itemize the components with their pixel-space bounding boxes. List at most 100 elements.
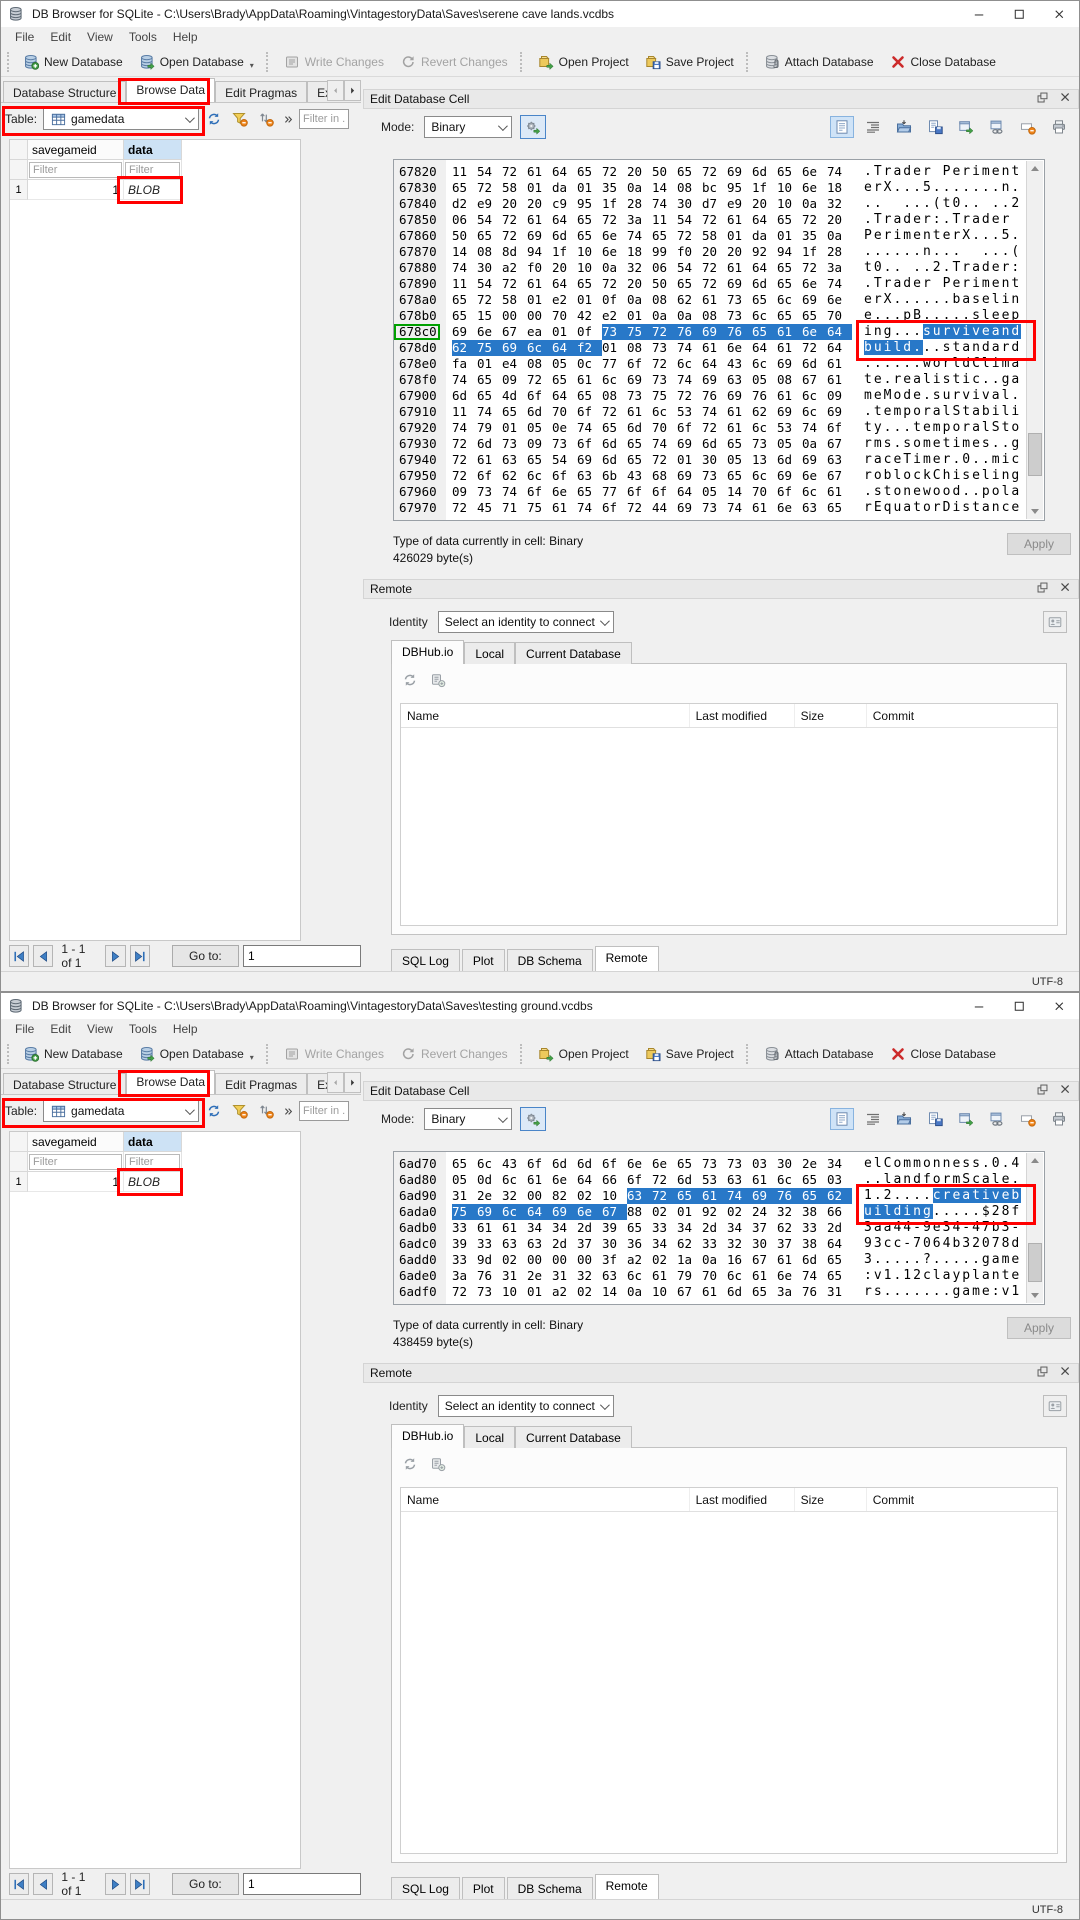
import-data-icon[interactable] xyxy=(892,1108,916,1130)
attach-database-button[interactable]: Attach Database xyxy=(756,1043,882,1065)
word-wrap-icon[interactable] xyxy=(861,1108,885,1130)
tab-browse-data[interactable]: Browse Data xyxy=(126,1070,215,1094)
close-button[interactable] xyxy=(1039,1,1079,27)
filter-data-input[interactable] xyxy=(125,1154,180,1170)
close-panel-icon[interactable] xyxy=(1059,1083,1072,1099)
revert-changes-button[interactable]: Revert Changes xyxy=(392,1043,516,1065)
open-database-button[interactable]: Open Database▾ xyxy=(131,1043,262,1065)
remote-tab-local[interactable]: Local xyxy=(464,642,515,664)
menu-tools[interactable]: Tools xyxy=(121,28,165,46)
menu-view[interactable]: View xyxy=(79,28,121,46)
hex-scrollbar[interactable] xyxy=(1026,1153,1043,1303)
last-record-button[interactable] xyxy=(130,1873,150,1895)
menu-tools[interactable]: Tools xyxy=(121,1020,165,1038)
identity-settings-button[interactable] xyxy=(1043,1395,1067,1417)
toolbar-overflow-icon[interactable] xyxy=(281,1100,295,1122)
scroll-up-icon[interactable] xyxy=(1027,1153,1043,1168)
remote-tab-local[interactable]: Local xyxy=(464,1426,515,1448)
copy-link-icon[interactable] xyxy=(985,1108,1009,1130)
import-data-icon[interactable] xyxy=(892,116,916,138)
filter-any-column-input[interactable] xyxy=(299,1101,349,1121)
hex-view[interactable]: 6ad70656c436f6d6d6f6e6e65737303302e34elC… xyxy=(393,1151,1045,1305)
row-number[interactable]: 1 xyxy=(10,1172,28,1192)
remote-tab-dbhub-io[interactable]: DBHub.io xyxy=(391,640,464,664)
auto-switch-mode-button[interactable] xyxy=(520,1107,546,1131)
remote-column-size[interactable]: Size xyxy=(795,704,867,727)
cell-data-blob[interactable]: BLOB xyxy=(124,180,182,200)
new-database-button[interactable]: New Database xyxy=(15,1043,131,1065)
open-project-button[interactable]: Open Project xyxy=(530,51,637,73)
scroll-up-icon[interactable] xyxy=(1027,161,1043,176)
clone-database-icon[interactable] xyxy=(430,1456,446,1477)
text-view-icon[interactable] xyxy=(830,1108,854,1130)
minimize-button[interactable] xyxy=(959,993,999,1019)
next-record-button[interactable] xyxy=(105,1873,125,1895)
hex-view[interactable]: 678201154726164657220506572696d656e74.Tr… xyxy=(393,159,1045,521)
tab-edit-pragmas[interactable]: Edit Pragmas xyxy=(215,1073,307,1095)
float-panel-icon[interactable] xyxy=(1036,1365,1049,1381)
toolbar-overflow-icon[interactable] xyxy=(281,108,295,130)
save-project-button[interactable]: Save Project xyxy=(637,1043,742,1065)
clear-sort-icon[interactable] xyxy=(255,1100,277,1122)
remote-tab-current-database[interactable]: Current Database xyxy=(515,642,632,664)
new-database-button[interactable]: New Database xyxy=(15,51,131,73)
bottom-tab-sql-log[interactable]: SQL Log xyxy=(391,1877,460,1899)
export-data-icon[interactable] xyxy=(923,1108,947,1130)
scrollbar-thumb[interactable] xyxy=(1028,433,1042,476)
scroll-down-icon[interactable] xyxy=(1027,1288,1043,1303)
remote-column-last-modified[interactable]: Last modified xyxy=(690,704,795,727)
tab-browse-data[interactable]: Browse Data xyxy=(126,78,215,102)
close-button[interactable] xyxy=(1039,993,1079,1019)
close-panel-icon[interactable] xyxy=(1059,91,1072,107)
menu-file[interactable]: File xyxy=(7,28,42,46)
table-select[interactable]: gamedata xyxy=(43,108,199,130)
remote-column-size[interactable]: Size xyxy=(795,1488,867,1511)
clear-filters-icon[interactable] xyxy=(229,108,251,130)
clone-database-icon[interactable] xyxy=(430,672,446,693)
write-changes-button[interactable]: Write Changes xyxy=(276,51,392,73)
mode-select[interactable]: Binary xyxy=(424,116,512,138)
bottom-tab-db-schema[interactable]: DB Schema xyxy=(507,1877,593,1899)
scroll-down-icon[interactable] xyxy=(1027,504,1043,519)
open-external-icon[interactable] xyxy=(954,116,978,138)
remote-column-last-modified[interactable]: Last modified xyxy=(690,1488,795,1511)
tab-database-structure[interactable]: Database Structure xyxy=(3,81,126,103)
menu-file[interactable]: File xyxy=(7,1020,42,1038)
auto-switch-mode-button[interactable] xyxy=(520,115,546,139)
tab-scroll-left-icon[interactable] xyxy=(327,80,344,101)
bottom-tab-db-schema[interactable]: DB Schema xyxy=(507,949,593,971)
minimize-button[interactable] xyxy=(959,1,999,27)
cell-savegameid[interactable]: 1 xyxy=(28,1172,124,1192)
scrollbar-thumb[interactable] xyxy=(1028,1243,1042,1282)
grid-corner[interactable] xyxy=(10,140,28,160)
goto-input[interactable] xyxy=(243,945,361,967)
remote-column-name[interactable]: Name xyxy=(401,704,690,727)
remote-database-table[interactable]: NameLast modifiedSizeCommit xyxy=(400,1487,1058,1854)
copy-link-icon[interactable] xyxy=(985,116,1009,138)
previous-record-button[interactable] xyxy=(33,945,53,967)
menu-edit[interactable]: Edit xyxy=(42,1020,79,1038)
filter-any-column-input[interactable] xyxy=(299,109,349,129)
menu-view[interactable]: View xyxy=(79,1020,121,1038)
next-record-button[interactable] xyxy=(105,945,125,967)
cell-savegameid[interactable]: 1 xyxy=(28,180,124,200)
goto-input[interactable] xyxy=(243,1873,361,1895)
identity-select[interactable]: Select an identity to connect xyxy=(438,1395,614,1417)
row-number[interactable]: 1 xyxy=(10,180,28,200)
grid-corner[interactable] xyxy=(10,1132,28,1152)
close-database-button[interactable]: Close Database xyxy=(882,51,1004,73)
maximize-button[interactable] xyxy=(999,1,1039,27)
bottom-tab-remote[interactable]: Remote xyxy=(595,946,659,971)
close-panel-icon[interactable] xyxy=(1059,581,1072,597)
previous-record-button[interactable] xyxy=(33,1873,53,1895)
column-header-data[interactable]: data xyxy=(124,1132,182,1152)
column-header-data[interactable]: data xyxy=(124,140,182,160)
remote-database-table[interactable]: NameLast modifiedSizeCommit xyxy=(400,703,1058,926)
tab-database-structure[interactable]: Database Structure xyxy=(3,1073,126,1095)
float-panel-icon[interactable] xyxy=(1036,1083,1049,1099)
print-icon[interactable] xyxy=(1047,116,1071,138)
close-database-button[interactable]: Close Database xyxy=(882,1043,1004,1065)
attach-database-button[interactable]: Attach Database xyxy=(756,51,882,73)
refresh-icon[interactable] xyxy=(203,108,225,130)
identity-settings-button[interactable] xyxy=(1043,611,1067,633)
